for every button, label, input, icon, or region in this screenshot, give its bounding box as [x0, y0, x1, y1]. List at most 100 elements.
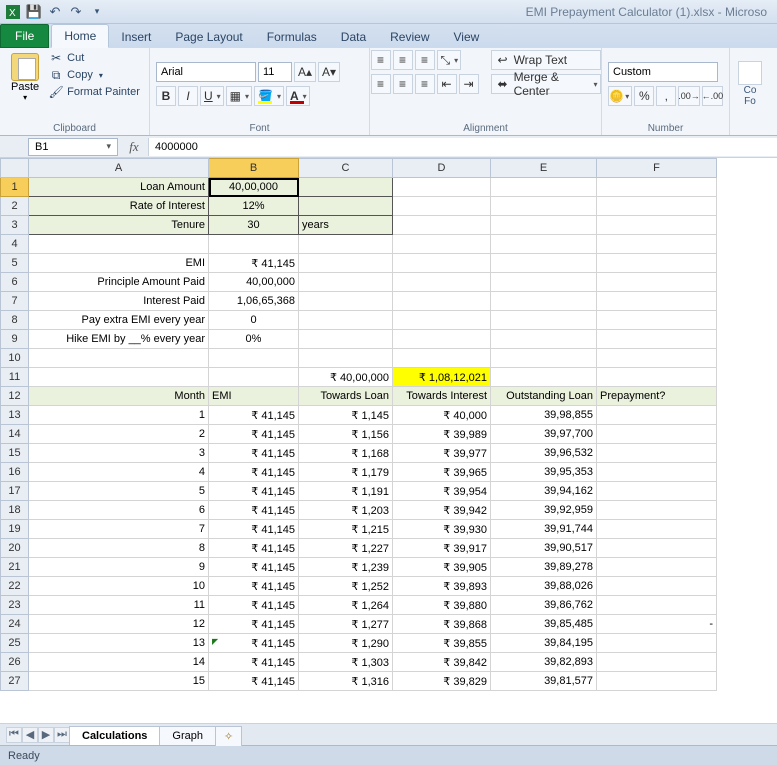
cell[interactable]: Month [29, 387, 209, 406]
fill-color-button[interactable]: 🪣 [254, 86, 284, 106]
row-header[interactable]: 15 [1, 444, 29, 463]
cell[interactable]: 3 [29, 444, 209, 463]
cell[interactable]: ₹ 1,203 [299, 501, 393, 520]
cell[interactable]: Loan Amount [29, 178, 209, 197]
fx-icon[interactable]: fx [126, 139, 142, 155]
cell[interactable]: ₹ 41,145 [209, 425, 299, 444]
cell[interactable]: Towards Loan [299, 387, 393, 406]
tab-page-layout[interactable]: Page Layout [163, 26, 254, 48]
tab-home[interactable]: Home [51, 24, 109, 48]
cell[interactable] [597, 482, 717, 501]
increase-font-icon[interactable]: A▴ [294, 62, 316, 82]
cell[interactable]: 39,98,855 [491, 406, 597, 425]
col-header-D[interactable]: D [393, 159, 491, 178]
cell[interactable]: ₹ 39,917 [393, 539, 491, 558]
cell[interactable] [597, 501, 717, 520]
borders-button[interactable]: ▦ [226, 86, 252, 106]
cell[interactable]: ₹ 1,316 [299, 672, 393, 691]
cell[interactable]: 40,00,000 [209, 273, 299, 292]
cell[interactable]: ₹ 1,168 [299, 444, 393, 463]
cell[interactable] [393, 349, 491, 368]
cell[interactable] [597, 425, 717, 444]
cell[interactable] [491, 330, 597, 349]
cell[interactable]: 10 [29, 577, 209, 596]
wrap-text-button[interactable]: ↩Wrap Text [491, 50, 601, 70]
cell[interactable] [491, 292, 597, 311]
row-header[interactable]: 5 [1, 254, 29, 273]
cell[interactable] [29, 235, 209, 254]
cell[interactable]: Towards Interest [393, 387, 491, 406]
row-header[interactable]: 2 [1, 197, 29, 216]
cell[interactable]: 39,90,517 [491, 539, 597, 558]
align-bottom-icon[interactable]: ≡ [415, 50, 435, 70]
cell[interactable]: ₹ 41,145 [209, 463, 299, 482]
row-header[interactable]: 9 [1, 330, 29, 349]
cell[interactable]: ₹ 39,868 [393, 615, 491, 634]
cell[interactable]: 1 [29, 406, 209, 425]
cell[interactable]: years [299, 216, 393, 235]
tab-review[interactable]: Review [378, 26, 441, 48]
cell[interactable]: 14 [29, 653, 209, 672]
cell[interactable]: Tenure [29, 216, 209, 235]
cell[interactable]: ₹ 39,842 [393, 653, 491, 672]
formula-bar[interactable]: 4000000 [148, 138, 777, 156]
cell[interactable] [299, 273, 393, 292]
cell[interactable]: 9 [29, 558, 209, 577]
row-header[interactable]: 12 [1, 387, 29, 406]
cell[interactable] [597, 653, 717, 672]
cell[interactable] [299, 292, 393, 311]
last-sheet-icon[interactable]: ⏭ [54, 727, 70, 743]
cell[interactable] [393, 330, 491, 349]
cell[interactable] [597, 596, 717, 615]
cell[interactable] [597, 330, 717, 349]
row-header[interactable]: 18 [1, 501, 29, 520]
cell[interactable]: ₹ 41,145 [209, 653, 299, 672]
cell[interactable] [597, 463, 717, 482]
cell[interactable]: 39,89,278 [491, 558, 597, 577]
cell[interactable]: 2 [29, 425, 209, 444]
bold-button[interactable]: B [156, 86, 176, 106]
cell[interactable]: 15 [29, 672, 209, 691]
cell[interactable]: ₹ 39,942 [393, 501, 491, 520]
cell[interactable] [491, 273, 597, 292]
tab-data[interactable]: Data [329, 26, 378, 48]
cell[interactable]: ₹ 1,239 [299, 558, 393, 577]
cell[interactable] [597, 197, 717, 216]
cell[interactable]: ₹ 41,145 [209, 615, 299, 634]
copy-button[interactable]: ⧉Copy▾ [46, 67, 143, 83]
cell[interactable] [597, 216, 717, 235]
redo-icon[interactable]: ↷ [67, 3, 85, 21]
cell[interactable]: EMI [209, 387, 299, 406]
align-left-icon[interactable]: ≡ [371, 74, 391, 94]
cell[interactable]: ₹ 1,277 [299, 615, 393, 634]
cell[interactable] [393, 273, 491, 292]
cell[interactable] [393, 197, 491, 216]
cell[interactable] [299, 197, 393, 216]
accounting-format-icon[interactable]: 🪙 [608, 86, 632, 106]
cell[interactable]: ₹ 40,000 [393, 406, 491, 425]
new-sheet-icon[interactable]: ✧ [215, 726, 242, 746]
cell[interactable]: 8 [29, 539, 209, 558]
cell[interactable]: Pay extra EMI every year [29, 311, 209, 330]
cell[interactable]: Interest Paid [29, 292, 209, 311]
cell[interactable]: ₹ 39,880 [393, 596, 491, 615]
cell[interactable] [299, 330, 393, 349]
cell[interactable]: ₹ 1,179 [299, 463, 393, 482]
cell[interactable]: 39,95,353 [491, 463, 597, 482]
align-center-icon[interactable]: ≡ [393, 74, 413, 94]
cell[interactable] [491, 197, 597, 216]
cell[interactable]: 12% [209, 197, 299, 216]
row-header[interactable]: 21 [1, 558, 29, 577]
font-color-button[interactable]: A [286, 86, 310, 106]
cell[interactable]: ₹ 41,145 [209, 482, 299, 501]
first-sheet-icon[interactable]: ⏮ [6, 727, 22, 743]
cell[interactable]: ₹ 39,977 [393, 444, 491, 463]
row-header[interactable]: 14 [1, 425, 29, 444]
cell[interactable]: 39,97,700 [491, 425, 597, 444]
cell[interactable]: ₹ 41,145 [209, 672, 299, 691]
cell[interactable]: - [597, 615, 717, 634]
cell[interactable] [299, 254, 393, 273]
cell[interactable] [299, 349, 393, 368]
prev-sheet-icon[interactable]: ◀ [22, 727, 38, 743]
excel-app-icon[interactable]: X [4, 3, 22, 21]
